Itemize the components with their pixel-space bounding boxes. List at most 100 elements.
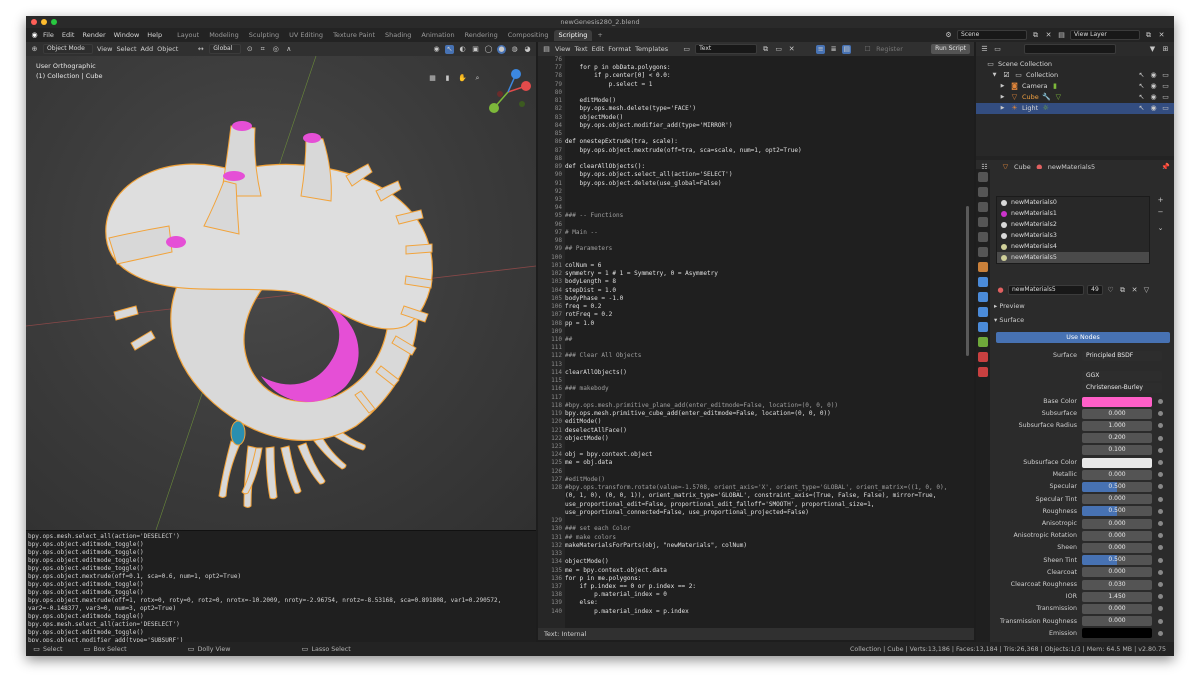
line-numbers-icon[interactable]: ≡ (816, 44, 826, 54)
link-socket-icon[interactable] (1158, 533, 1163, 539)
open-text-icon[interactable]: ▭ (774, 45, 783, 54)
outliner-scene-collection[interactable]: ▭ Scene Collection (986, 59, 1052, 70)
delete-layer-icon[interactable]: ✕ (1157, 31, 1166, 40)
param-value-field[interactable] (1082, 457, 1152, 468)
param-value-field[interactable]: 1.000 (1082, 420, 1152, 431)
overlay-icon[interactable]: ◐ (458, 45, 467, 54)
delete-scene-icon[interactable]: ✕ (1044, 31, 1053, 40)
expand-collection-icon[interactable]: ▼ (990, 71, 999, 80)
duplicate-text-icon[interactable]: ⧉ (761, 45, 770, 54)
text-datablock-field[interactable]: Text (695, 44, 758, 54)
param-value-field[interactable]: 0.500 (1082, 481, 1152, 492)
param-value-field[interactable] (1082, 396, 1152, 407)
unlink-material-icon[interactable]: ✕ (1130, 286, 1139, 295)
workspace-tab-sculpting[interactable]: Sculpting (244, 30, 284, 41)
cube-eye-icon[interactable]: ◉ (1149, 93, 1158, 102)
param-value-field[interactable] (1082, 628, 1152, 639)
camera-eye-icon[interactable]: ◉ (1149, 82, 1158, 91)
link-socket-icon[interactable] (1158, 618, 1163, 624)
link-socket-icon[interactable] (1158, 508, 1163, 514)
surface-panel-header[interactable]: ▾ Surface (994, 316, 1024, 324)
outliner-filter-icon[interactable]: ▼ (1148, 45, 1157, 54)
material-tab-icon[interactable] (978, 352, 988, 362)
view-layer-field[interactable]: View Layer (1070, 30, 1140, 40)
code-area[interactable]: 76 77 for p in obData.polygons: 78 if p.ce… (538, 56, 974, 616)
outliner-item-cube[interactable]: ▶ ▽ Cube 🔧 ▽ ↖ ◉ ▭ (998, 92, 1170, 103)
shading-material-icon[interactable]: ◍ (510, 45, 519, 54)
outliner-item-camera[interactable]: ▶ ◙ Camera ▮ ↖ ◉ ▭ (998, 81, 1170, 92)
workspace-tab-texture-paint[interactable]: Texture Paint (328, 30, 380, 41)
link-socket-icon[interactable] (1158, 399, 1163, 404)
link-type-icon[interactable]: ▽ (1142, 286, 1151, 295)
material-slot-item[interactable]: newMaterials5 (997, 252, 1149, 263)
expand-camera-icon[interactable]: ▶ (998, 82, 1007, 91)
cube-render-icon[interactable]: ▭ (1161, 93, 1170, 102)
register-checkbox[interactable]: ☐ (863, 45, 872, 54)
3d-viewport[interactable]: User Orthographic (1) Collection | Cube (26, 56, 536, 530)
link-socket-icon[interactable] (1158, 496, 1163, 502)
param-value-field[interactable]: 0.000 (1082, 567, 1152, 578)
light-render-icon[interactable]: ▭ (1161, 104, 1170, 113)
link-socket-icon[interactable] (1158, 569, 1163, 575)
outliner-type-icon[interactable]: ☰ (980, 45, 989, 54)
link-socket-icon[interactable] (1158, 606, 1163, 612)
link-socket-icon[interactable] (1158, 630, 1163, 636)
add-slot-icon[interactable]: + (1156, 196, 1165, 205)
material-slot-item[interactable]: newMaterials2 (997, 219, 1149, 230)
link-socket-icon[interactable] (1158, 460, 1163, 465)
param-value-field[interactable]: 0.200 (1082, 433, 1152, 444)
axis-gizmo[interactable] (480, 64, 536, 120)
duplicate-scene-icon[interactable]: ⧉ (1031, 31, 1040, 40)
close-text-icon[interactable]: ✕ (787, 45, 796, 54)
constraints-tab-icon[interactable] (978, 322, 988, 332)
param-value-field[interactable]: 0.000 (1082, 408, 1152, 419)
fake-user-icon[interactable]: ♡ (1106, 286, 1115, 295)
text-menu-templates[interactable]: Templates (635, 45, 668, 53)
param-value-field[interactable]: 0.000 (1082, 603, 1152, 614)
workspace-tab-shading[interactable]: Shading (380, 30, 416, 41)
expand-light-icon[interactable]: ▶ (998, 104, 1007, 113)
data-tab-icon[interactable] (978, 337, 988, 347)
surface-shader-select[interactable]: Principled BSDF (1082, 350, 1162, 361)
param-value-field[interactable]: 0.000 (1082, 518, 1152, 529)
param-value-field[interactable]: 0.000 (1082, 530, 1152, 541)
pivot-icon[interactable]: ⊙ (245, 45, 254, 54)
link-socket-icon[interactable] (1158, 594, 1163, 600)
render-tab-icon[interactable] (978, 187, 988, 197)
menu-item-render[interactable]: Render (78, 31, 109, 39)
duplicate-material-icon[interactable]: ⧉ (1118, 286, 1127, 295)
falloff-icon[interactable]: ∧ (284, 45, 293, 54)
light-select-icon[interactable]: ↖ (1137, 104, 1146, 113)
text-menu-edit[interactable]: Edit (592, 45, 605, 53)
remove-slot-icon[interactable]: − (1156, 208, 1165, 217)
collection-select-icon[interactable]: ↖ (1137, 71, 1146, 80)
zoom-window-button[interactable] (51, 19, 57, 25)
tool-tab-icon[interactable] (978, 172, 988, 182)
param-value-field[interactable]: 0.500 (1082, 506, 1152, 517)
material-slot-list[interactable]: newMaterials0 newMaterials1 newMaterials2 n… (996, 196, 1150, 264)
viewport-menu-select[interactable]: Select (116, 45, 136, 53)
modifier-tab-icon[interactable] (978, 277, 988, 287)
text-editor[interactable]: 76 77 for p in obData.polygons: 78 if p.ce… (538, 56, 974, 628)
link-socket-icon[interactable] (1158, 472, 1163, 478)
syntax-highlight-icon[interactable]: ▤ (842, 44, 852, 54)
use-nodes-button[interactable]: Use Nodes (996, 332, 1170, 343)
mode-select[interactable]: Object Mode (43, 44, 93, 54)
editor-type-icon[interactable]: ⊕ (30, 45, 39, 54)
viewport-menu-view[interactable]: View (97, 45, 112, 53)
text-menu-format[interactable]: Format (608, 45, 631, 53)
shading-wireframe-icon[interactable]: ◯ (484, 45, 493, 54)
visibility-icon[interactable]: ◉ (432, 45, 441, 54)
menu-item-edit[interactable]: Edit (58, 31, 79, 39)
output-tab-icon[interactable] (978, 202, 988, 212)
workspace-tab-scripting[interactable]: Scripting (553, 29, 593, 41)
material-slot-item[interactable]: newMaterials0 (997, 197, 1149, 208)
duplicate-layer-icon[interactable]: ⧉ (1144, 31, 1153, 40)
param-value-field[interactable]: 1.450 (1082, 591, 1152, 602)
workspace-tab-animation[interactable]: Animation (416, 30, 459, 41)
subsurface-method-select[interactable]: Christensen-Burley (1082, 382, 1162, 393)
menu-item-file[interactable]: File (39, 31, 58, 39)
viewport-menu-object[interactable]: Object (157, 45, 178, 53)
link-socket-icon[interactable] (1158, 447, 1163, 453)
physics-tab-icon[interactable] (978, 307, 988, 317)
